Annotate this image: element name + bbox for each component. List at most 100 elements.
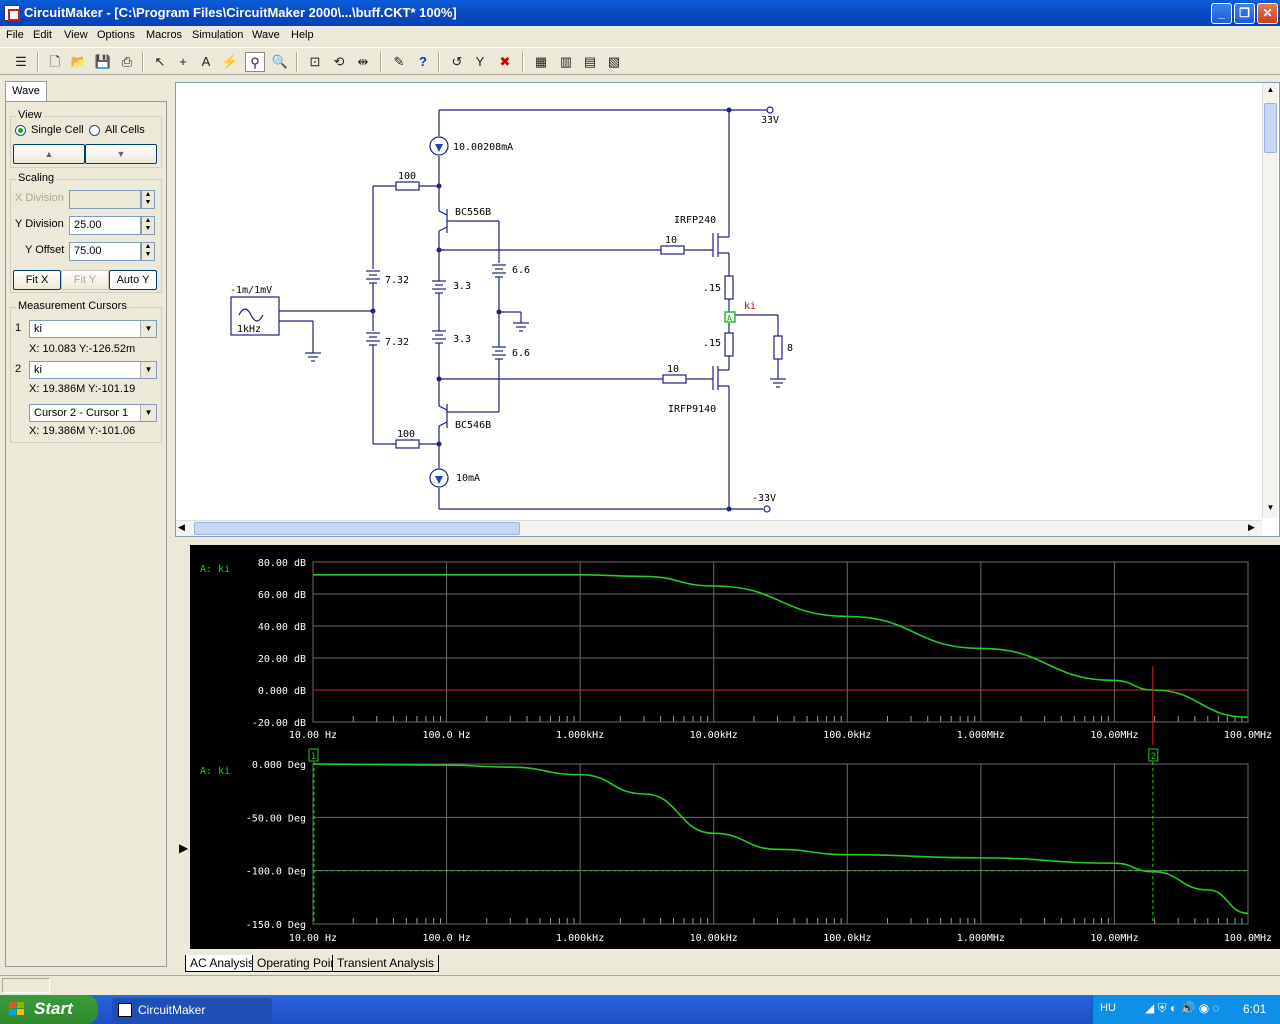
x-tick-label: 1.000MHz bbox=[957, 933, 1005, 944]
menu-macros[interactable]: Macros bbox=[146, 29, 182, 41]
svg-text:-33V: -33V bbox=[752, 493, 776, 504]
help-icon[interactable]: ? bbox=[413, 52, 433, 72]
zoom-fit-icon[interactable]: ⊡ bbox=[305, 52, 325, 72]
single-cell-radio[interactable] bbox=[15, 125, 26, 136]
vertical-scroll-thumb[interactable] bbox=[1264, 103, 1277, 153]
wave-panel-body: View Single Cell All Cells ▲ ▼ Scaling X… bbox=[5, 101, 167, 967]
window-title: CircuitMaker - [C:\Program Files\Circuit… bbox=[24, 5, 457, 20]
expand-arrow-icon[interactable]: ▶ bbox=[179, 841, 188, 855]
svg-text:.15: .15 bbox=[703, 338, 721, 349]
svg-text:-1m/1mV: -1m/1mV bbox=[230, 285, 272, 296]
x-tick-label: 10.00kHz bbox=[690, 730, 738, 741]
x-tick-label: 10.00 Hz bbox=[289, 730, 337, 741]
y-offset-spinner[interactable]: ▲ ▼ bbox=[141, 242, 155, 261]
system-tray: HU ◢ ⛨ ◐ 🔊 ◉ ◌ 6:01 bbox=[1092, 995, 1280, 1024]
language-indicator[interactable]: HU bbox=[1100, 1002, 1116, 1014]
text-tool-icon[interactable]: A bbox=[196, 52, 216, 72]
fit-y-button[interactable]: Fit Y bbox=[61, 270, 109, 290]
app-icon bbox=[118, 1003, 132, 1017]
panel-toggle-icon[interactable]: ☰ bbox=[11, 52, 31, 72]
reset-icon[interactable]: ↺ bbox=[447, 52, 467, 72]
cursor-1-readout: X: 10.083 Y:-126.52m bbox=[29, 343, 136, 355]
x-tick-label: 100.0kHz bbox=[823, 730, 871, 741]
y-division-spinner[interactable]: ▲ ▼ bbox=[141, 216, 155, 235]
y-division-field[interactable]: 25.00 bbox=[69, 216, 141, 235]
taskbar-circuitmaker[interactable]: CircuitMaker bbox=[112, 998, 272, 1022]
horizontal-scroll-thumb[interactable] bbox=[194, 522, 520, 535]
open-folder-icon[interactable]: 📂 bbox=[69, 52, 89, 72]
window-3-icon[interactable]: ▤ bbox=[580, 52, 600, 72]
svg-text:10mA: 10mA bbox=[456, 473, 480, 484]
fit-x-button[interactable]: Fit X bbox=[13, 270, 61, 290]
cursor-2-select[interactable]: ki ▼ bbox=[29, 361, 157, 379]
window-2-icon[interactable]: ▥ bbox=[556, 52, 576, 72]
wire-tool-icon[interactable]: + bbox=[173, 52, 193, 72]
svg-text:6.6: 6.6 bbox=[512, 265, 530, 276]
x-tick-label: 1.000kHz bbox=[556, 730, 604, 741]
svg-text:BC546B: BC546B bbox=[455, 420, 491, 431]
tab-transient-analysis[interactable]: Transient Analysis bbox=[332, 955, 439, 972]
window-4-icon[interactable]: ▧ bbox=[604, 52, 624, 72]
menu-options[interactable]: Options bbox=[97, 29, 135, 41]
x-division-field[interactable] bbox=[69, 190, 141, 209]
status-bar bbox=[0, 975, 1280, 995]
svg-text:7.32: 7.32 bbox=[385, 275, 409, 286]
menu-edit[interactable]: Edit bbox=[33, 29, 52, 41]
new-file-icon[interactable]: 🗋 bbox=[45, 52, 65, 72]
cell-up-button[interactable]: ▲ bbox=[13, 144, 85, 164]
arrow-tool-icon[interactable]: ↖ bbox=[150, 52, 170, 72]
x-tick-label: 1.000kHz bbox=[556, 933, 604, 944]
probe-tool-icon[interactable]: ⚲ bbox=[245, 52, 265, 72]
auto-y-button[interactable]: Auto Y bbox=[109, 270, 157, 290]
cursor-1-select[interactable]: ki ▼ bbox=[29, 320, 157, 338]
svg-text:BC556B: BC556B bbox=[455, 207, 491, 218]
wave-panel: Wave View Single Cell All Cells ▲ ▼ Scal… bbox=[0, 77, 170, 970]
close-button[interactable]: ✕ bbox=[1257, 3, 1278, 24]
menu-view[interactable]: View bbox=[64, 29, 88, 41]
minimize-button[interactable]: _ bbox=[1211, 3, 1232, 24]
app-icon[interactable] bbox=[4, 5, 20, 21]
cursor-1-tag: 1 bbox=[311, 752, 316, 762]
schematic-canvas[interactable]: 33V -33V 10.00208mA 10mA 100 100 BC556B … bbox=[175, 82, 1280, 537]
menu-file[interactable]: File bbox=[6, 29, 24, 41]
stop-icon[interactable]: ✖ bbox=[495, 52, 515, 72]
save-icon[interactable]: 💾 bbox=[93, 52, 113, 72]
x-tick-label: 100.0 Hz bbox=[422, 933, 470, 944]
svg-text:7.32: 7.32 bbox=[385, 337, 409, 348]
tray-icons[interactable]: ◢ ⛨ ◐ 🔊 ◉ ◌ bbox=[1145, 1001, 1220, 1016]
step-icon[interactable]: Y bbox=[470, 52, 490, 72]
x-division-spinner[interactable]: ▲ ▼ bbox=[141, 190, 155, 209]
tab-ac-analysis[interactable]: AC Analysis bbox=[185, 955, 260, 972]
waveform-window[interactable]: 80.00 dB 60.00 dB 40.00 dB 20.00 dB 0.000 dB… bbox=[190, 545, 1280, 949]
menu-bar: File Edit View Options Macros Simulation… bbox=[0, 26, 1280, 46]
zoom-icon[interactable]: 🔍 bbox=[270, 52, 290, 72]
horizontal-scrollbar[interactable]: ◀ ▶ bbox=[176, 520, 1262, 536]
schematic-drawing[interactable]: 33V -33V 10.00208mA 10mA 100 100 BC556B … bbox=[176, 83, 1262, 519]
menu-help[interactable]: Help bbox=[291, 29, 314, 41]
menu-wave[interactable]: Wave bbox=[252, 29, 280, 41]
cell-down-button[interactable]: ▼ bbox=[85, 144, 157, 164]
rotate-icon[interactable]: ⟲ bbox=[329, 52, 349, 72]
start-button[interactable]: Start bbox=[0, 995, 98, 1024]
trace-label: A: ki bbox=[200, 564, 230, 575]
restore-button[interactable]: ❐ bbox=[1234, 3, 1255, 24]
cursor-diff-select[interactable]: Cursor 2 - Cursor 1 ▼ bbox=[29, 404, 157, 422]
trace-ki bbox=[313, 573, 1249, 718]
print-icon[interactable]: ⎙ bbox=[117, 52, 137, 72]
waveform-plots[interactable]: 80.00 dB 60.00 dB 40.00 dB 20.00 dB 0.000 dB… bbox=[190, 545, 1280, 949]
chevron-down-icon: ▼ bbox=[140, 321, 156, 337]
all-cells-radio[interactable] bbox=[89, 125, 100, 136]
mirror-icon[interactable]: ⇹ bbox=[353, 52, 373, 72]
title-bar: CircuitMaker - [C:\Program Files\Circuit… bbox=[0, 0, 1280, 26]
x-tick-label: 10.00 Hz bbox=[289, 933, 337, 944]
wizard-icon[interactable]: ✎ bbox=[389, 52, 409, 72]
vertical-scrollbar[interactable]: ▲ ▼ bbox=[1262, 83, 1278, 518]
y-tick-label: 60.00 dB bbox=[258, 590, 306, 601]
view-group: View Single Cell All Cells ▲ ▼ bbox=[10, 109, 162, 168]
tab-wave[interactable]: Wave bbox=[5, 81, 47, 101]
menu-simulation[interactable]: Simulation bbox=[192, 29, 243, 41]
chevron-down-icon: ▼ bbox=[140, 405, 156, 421]
window-1-icon[interactable]: ▦ bbox=[531, 52, 551, 72]
y-offset-field[interactable]: 75.00 bbox=[69, 242, 141, 261]
bus-tool-icon[interactable]: ⚡ bbox=[220, 52, 240, 72]
